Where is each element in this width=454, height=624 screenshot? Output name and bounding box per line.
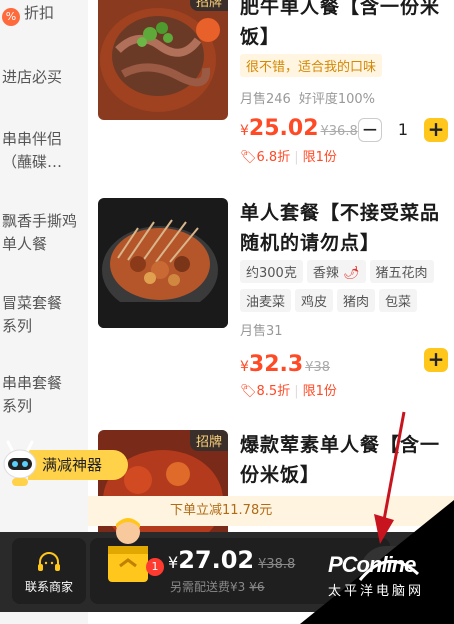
promo-tool-banner[interactable]: 满减神器 — [0, 440, 128, 488]
rating: 好评度100% — [298, 92, 375, 107]
tag-icon: 🏷 — [240, 150, 257, 165]
item-meta: 月售246 好评度100% — [240, 88, 375, 107]
watermark-brand: PConline — [328, 552, 416, 577]
red-arrow-annotation — [374, 411, 406, 544]
item-title: 肥牛单人餐【含一份米饭】 — [240, 0, 441, 48]
add-button[interactable]: + — [424, 348, 448, 372]
headset-icon — [38, 552, 60, 571]
signature-badge: 招牌 — [189, 430, 228, 451]
cart-total: ¥27.02 ¥38.8 — [168, 546, 295, 574]
original-price: ¥36.8 — [320, 124, 358, 139]
watermark-subtitle: 太平洋电脑网 — [328, 584, 425, 599]
item-title: 爆款荤素单人餐【含一份米饭】 — [240, 434, 441, 486]
price-value: 25.02 — [248, 116, 319, 141]
tag: 猪肉 — [337, 289, 376, 312]
monthly-sales: 月售31 — [240, 324, 283, 339]
sidebar-item-chicken[interactable]: 飘香手撕鸡单人餐 — [0, 210, 80, 256]
decrease-button[interactable]: − — [358, 118, 382, 142]
category-sidebar: % 折扣 进店必买 串串伴侣（蘸碟… 飘香手撕鸡单人餐 冒菜套餐系列 串串套餐系列… — [0, 0, 88, 624]
item-price: ¥25.02 ¥36.8 — [240, 116, 358, 141]
menu-item[interactable]: 招牌 肥牛单人餐【含一份米饭】 很不错，适合我的口味 月售246 好评度100% … — [88, 0, 454, 180]
currency: ¥ — [240, 123, 249, 139]
percent-icon: % — [2, 8, 20, 26]
discount-info: 🏷6.8折 | 限1份 — [240, 150, 337, 165]
currency: ¥ — [240, 359, 249, 375]
sidebar-item-chuanchuan[interactable]: 串串套餐系列 — [0, 372, 72, 418]
robot-mascot-icon — [3, 440, 37, 486]
discount-rate: 6.8折 — [256, 150, 291, 165]
item-price: ¥32.3 ¥38 — [240, 352, 330, 377]
contact-label: 联系商家 — [24, 580, 73, 594]
sidebar-item-label: 串串套餐系列 — [2, 374, 63, 415]
signature-badge: 招牌 — [189, 0, 228, 11]
fee-original: ¥6 — [249, 580, 265, 594]
tag: 包菜 — [379, 289, 418, 312]
sidebar-item-side-dishes[interactable]: 串串伴侣（蘸碟… — [0, 128, 80, 174]
tag: 猪五花肉 — [369, 260, 434, 283]
discount-rate: 8.5折 — [256, 384, 291, 399]
sidebar-item-maocai[interactable]: 冒菜套餐系列 — [0, 292, 72, 338]
total-value: 27.02 — [178, 546, 255, 574]
add-button[interactable]: + — [424, 118, 448, 142]
promo-label: 满减神器 — [28, 450, 128, 480]
sidebar-item-must-buy[interactable]: 进店必买 — [0, 66, 88, 89]
sidebar-item-label: 折扣 — [24, 4, 55, 22]
fee-label: 另需配送费¥3 — [170, 580, 246, 594]
food-photo — [98, 198, 228, 328]
original-total: ¥38.8 — [258, 557, 296, 572]
price-value: 32.3 — [248, 352, 304, 377]
food-photo: 招牌 — [98, 0, 228, 120]
delivery-man-icon — [108, 518, 148, 582]
tag: 香辣 🌶 — [306, 260, 366, 283]
item-title: 单人套餐【不接受菜品随机的请勿点】 — [240, 202, 441, 254]
currency: ¥ — [168, 553, 179, 572]
sidebar-item-label: 飘香手撕鸡单人餐 — [2, 212, 78, 253]
monthly-sales: 月售246 — [240, 92, 291, 107]
discount-info: 🏷8.5折 | 限1份 — [240, 384, 337, 399]
original-price: ¥38 — [305, 360, 331, 375]
tag: 鸡皮 — [295, 289, 334, 312]
sidebar-item-label: 进店必买 — [2, 68, 63, 86]
limit-text: 限1份 — [302, 384, 337, 399]
quantity: 1 — [397, 120, 409, 139]
delivery-fee: 另需配送费¥3 ¥6 — [170, 578, 265, 595]
review-highlight: 很不错，适合我的口味 — [240, 54, 383, 77]
sidebar-item-discount[interactable]: % 折扣 — [0, 2, 88, 26]
tag: 约300克 — [240, 260, 303, 283]
cart-count-badge: 1 — [146, 558, 164, 576]
sidebar-item-label: 冒菜套餐系列 — [2, 294, 63, 335]
contact-merchant-button[interactable]: 联系商家 — [12, 538, 86, 604]
sidebar-item-label: 串串伴侣（蘸碟… — [2, 130, 63, 171]
limit-text: 限1份 — [302, 150, 337, 165]
chili-icon: 🌶 — [342, 266, 360, 281]
item-meta: 月售31 — [240, 320, 283, 339]
tag: 油麦菜 — [240, 289, 292, 312]
menu-item[interactable]: 单人套餐【不接受菜品随机的请勿点】 约300克 香辣 🌶 猪五花肉油麦菜 鸡皮 猪肉 包菜… — [88, 190, 454, 420]
watermark: PConline 太平洋电脑网 — [320, 552, 454, 624]
tag-icon: 🏷 — [240, 384, 257, 399]
item-tags: 约300克 香辣 🌶 猪五花肉油麦菜 鸡皮 猪肉 包菜 — [240, 260, 454, 318]
